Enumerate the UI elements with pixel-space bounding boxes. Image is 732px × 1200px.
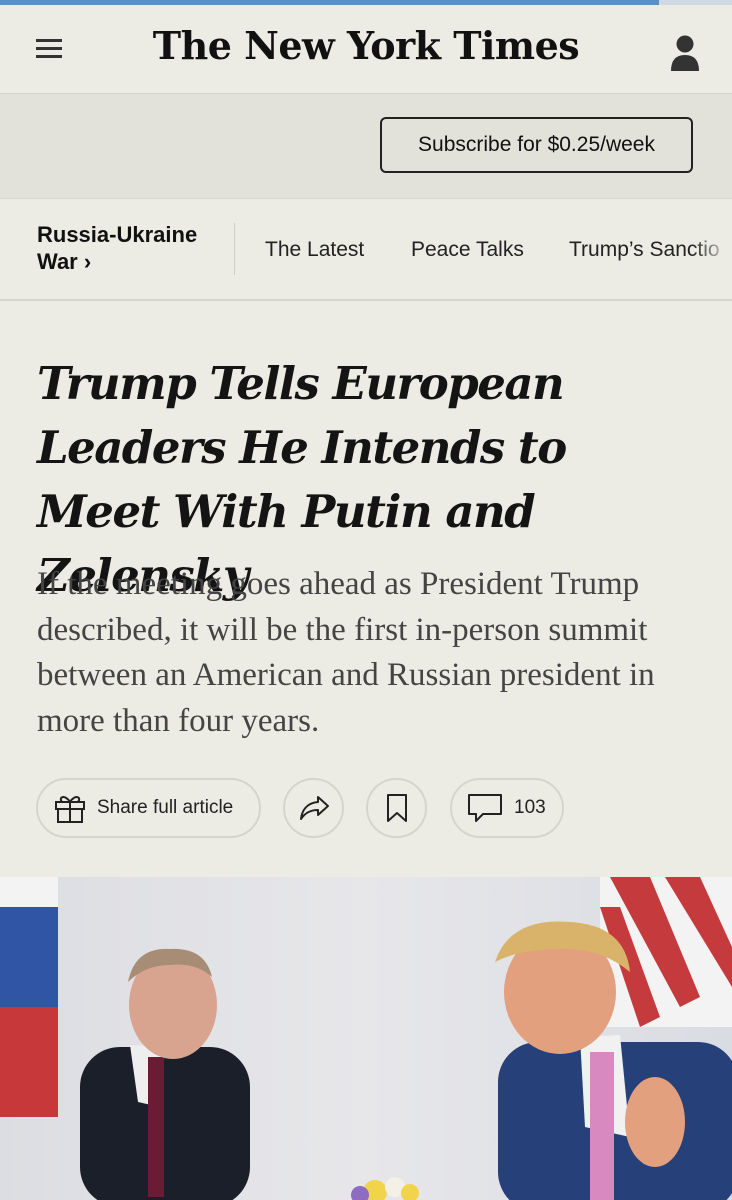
nav-link-peace-talks[interactable]: Peace Talks bbox=[411, 238, 524, 262]
bookmark-icon bbox=[386, 793, 408, 823]
chevron-right-icon: › bbox=[83, 249, 92, 274]
subscribe-band: Subscribe for $0.25/week bbox=[0, 94, 732, 199]
comment-count: 103 bbox=[514, 797, 546, 818]
site-header: The New York Times bbox=[0, 5, 732, 94]
section-title-link[interactable]: Russia-Ukraine War › bbox=[37, 221, 227, 275]
account-person-icon[interactable] bbox=[668, 33, 702, 73]
lead-photo bbox=[0, 877, 732, 1200]
nav-fade bbox=[692, 199, 732, 297]
article-summary: If the meeting goes ahead as President T… bbox=[37, 566, 655, 739]
nav-divider bbox=[234, 223, 235, 275]
comment-bubble-icon bbox=[467, 792, 503, 824]
gift-icon bbox=[53, 791, 87, 825]
save-bookmark-button[interactable] bbox=[366, 778, 427, 838]
subscribe-button[interactable]: Subscribe for $0.25/week bbox=[380, 117, 693, 173]
section-title-line2: War bbox=[37, 249, 78, 274]
comments-button[interactable]: 103 bbox=[450, 778, 564, 838]
nav-link-the-latest[interactable]: The Latest bbox=[265, 238, 364, 262]
share-arrow-icon bbox=[298, 794, 330, 822]
share-button[interactable] bbox=[283, 778, 344, 838]
section-nav: Russia-Ukraine War › The Latest Peace Ta… bbox=[0, 199, 732, 301]
share-full-article-label: Share full article bbox=[97, 797, 234, 818]
section-title-line1: Russia-Ukraine bbox=[37, 222, 198, 247]
nyt-logo[interactable]: The New York Times bbox=[0, 23, 732, 68]
share-full-article-button[interactable]: Share full article bbox=[36, 778, 261, 838]
